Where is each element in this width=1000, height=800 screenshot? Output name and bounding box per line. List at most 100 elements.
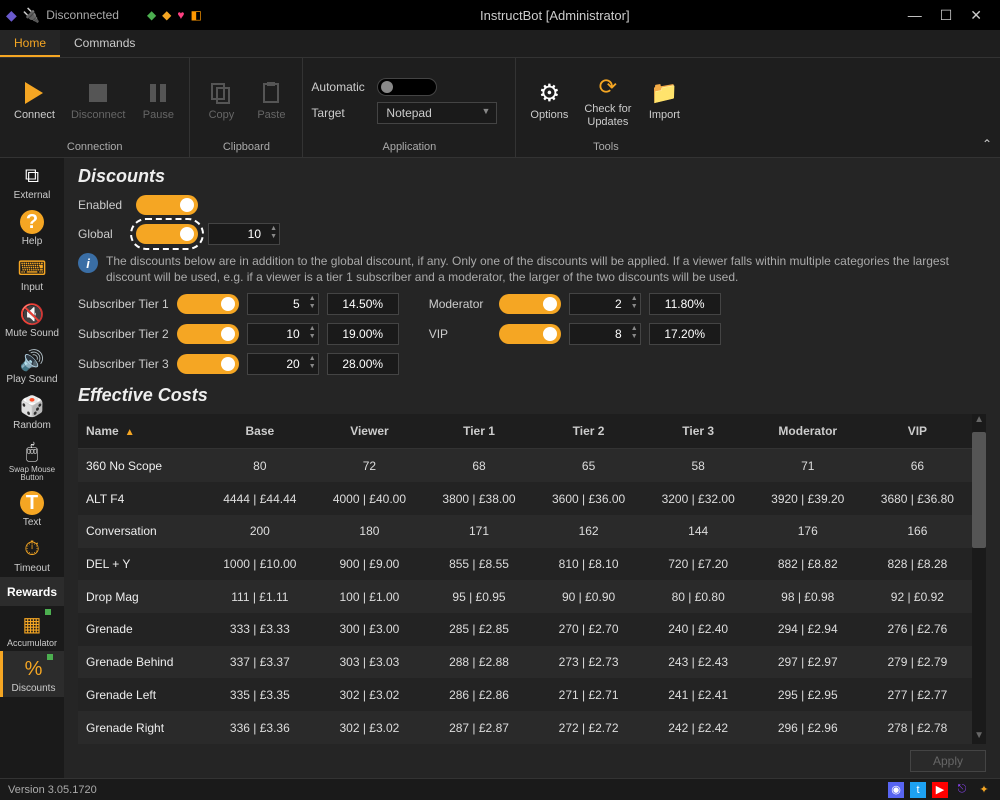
paste-button[interactable]: Paste: [248, 75, 294, 125]
sidebar-item-timeout[interactable]: ⏱ Timeout: [0, 531, 64, 577]
cell-t2: 3600 | £36.00: [534, 482, 644, 515]
accumulator-icon: ▦: [17, 610, 47, 638]
table-row[interactable]: DEL + Y1000 | £10.00900 | £9.00855 | £8.…: [78, 548, 972, 581]
col-name[interactable]: Name▲: [78, 414, 205, 449]
tier1-value[interactable]: 5▲▼: [247, 293, 319, 315]
sidebar-item-rewards[interactable]: Rewards: [0, 577, 64, 606]
content-pane: Discounts Enabled Global 10▲▼ i The disc…: [64, 158, 1000, 778]
col-vip[interactable]: VIP: [863, 414, 973, 449]
close-button[interactable]: ✕: [970, 7, 982, 24]
sidebar-item-discounts[interactable]: % Discounts: [0, 651, 64, 697]
maximize-button[interactable]: ☐: [940, 7, 953, 24]
pause-button[interactable]: Pause: [135, 75, 181, 125]
mod-value[interactable]: 2▲▼: [569, 293, 641, 315]
col-tier3[interactable]: Tier 3: [643, 414, 753, 449]
sidebar-item-random[interactable]: 🎲 Random: [0, 388, 64, 434]
group-application-label: Application: [382, 139, 436, 155]
costs-title: Effective Costs: [78, 385, 986, 406]
misc-icon[interactable]: ✦: [976, 782, 992, 798]
table-row[interactable]: Grenade Behind337 | £3.37303 | £3.03288 …: [78, 646, 972, 679]
table-scrollbar[interactable]: ▲ ▼: [972, 414, 986, 744]
youtube-icon[interactable]: ▶: [932, 782, 948, 798]
cell-t2: 810 | £8.10: [534, 548, 644, 581]
table-row[interactable]: ALT F44444 | £44.444000 | £40.003800 | £…: [78, 482, 972, 515]
cell-viewer: 4000 | £40.00: [315, 482, 425, 515]
play-icon: [20, 79, 48, 107]
cell-t3: 3200 | £32.00: [643, 482, 753, 515]
mod-toggle[interactable]: [499, 294, 561, 314]
cell-t1: 285 | £2.85: [424, 613, 534, 646]
global-toggle[interactable]: [136, 224, 198, 244]
col-tier2[interactable]: Tier 2: [534, 414, 644, 449]
target-select[interactable]: Notepad: [377, 102, 497, 124]
table-row[interactable]: Conversation200180171162144176166: [78, 515, 972, 548]
sidebar-item-external[interactable]: ⧉ External: [0, 158, 64, 204]
col-tier1[interactable]: Tier 1: [424, 414, 534, 449]
table-row[interactable]: Grenade333 | £3.33300 | £3.00285 | £2.85…: [78, 613, 972, 646]
col-viewer[interactable]: Viewer: [315, 414, 425, 449]
options-button[interactable]: ⚙ Options: [524, 75, 574, 125]
apply-button[interactable]: Apply: [910, 750, 986, 772]
enabled-label: Enabled: [78, 198, 126, 212]
discord-icon[interactable]: ◉: [888, 782, 904, 798]
tier2-toggle[interactable]: [177, 324, 239, 344]
scroll-up-icon[interactable]: ▲: [972, 414, 986, 428]
disconnect-button[interactable]: Disconnect: [65, 75, 131, 125]
tier1-pct: 14.50%: [327, 293, 399, 315]
tab-home[interactable]: Home: [0, 30, 60, 57]
col-base[interactable]: Base: [205, 414, 315, 449]
cell-t1: 288 | £2.88: [424, 646, 534, 679]
sidebar-item-swap-mouse[interactable]: 🖱 Swap Mouse Button: [0, 434, 64, 485]
tier1-toggle[interactable]: [177, 294, 239, 314]
tier3-value[interactable]: 20▲▼: [247, 353, 319, 375]
sidebar-item-accumulator[interactable]: ▦ Accumulator: [0, 606, 64, 651]
vip-value[interactable]: 8▲▼: [569, 323, 641, 345]
vip-toggle[interactable]: [499, 324, 561, 344]
target-label: Target: [311, 106, 369, 120]
cell-viewer: 302 | £3.02: [315, 678, 425, 711]
table-row[interactable]: 360 No Scope80726865587166: [78, 449, 972, 482]
sidebar: ⧉ External ? Help ⌨ Input 🔇 Mute Sound 🔊…: [0, 158, 64, 778]
plug-icon: 🔌: [23, 7, 40, 24]
minimize-button[interactable]: —: [908, 7, 922, 24]
tab-commands[interactable]: Commands: [60, 30, 149, 57]
cell-base: 335 | £3.35: [205, 678, 315, 711]
twitter-icon[interactable]: t: [910, 782, 926, 798]
cell-base: 337 | £3.37: [205, 646, 315, 679]
cell-mod: 98 | £0.98: [753, 580, 863, 613]
global-value[interactable]: 10▲▼: [208, 223, 280, 245]
sidebar-item-input[interactable]: ⌨ Input: [0, 250, 64, 296]
global-label: Global: [78, 227, 126, 241]
tier2-value[interactable]: 10▲▼: [247, 323, 319, 345]
col-mod[interactable]: Moderator: [753, 414, 863, 449]
spinner-icon[interactable]: ▲▼: [270, 225, 277, 241]
twitch-icon[interactable]: ⎋: [954, 782, 970, 798]
cell-name: Grenade Behind: [78, 646, 205, 679]
tier3-toggle[interactable]: [177, 354, 239, 374]
scroll-thumb[interactable]: [972, 432, 986, 547]
connect-button[interactable]: Connect: [8, 75, 61, 125]
help-icon: ?: [17, 208, 47, 236]
enabled-toggle[interactable]: [136, 195, 198, 215]
cell-t2: 273 | £2.73: [534, 646, 644, 679]
cell-base: 1000 | £10.00: [205, 548, 315, 581]
cursor-icon: ⌨: [17, 254, 47, 282]
sidebar-item-play-sound[interactable]: 🔊 Play Sound: [0, 342, 64, 388]
cell-vip: 3680 | £36.80: [863, 482, 973, 515]
import-button[interactable]: 📁 Import: [641, 75, 687, 125]
table-row[interactable]: Drop Mag111 | £1.11100 | £1.0095 | £0.95…: [78, 580, 972, 613]
ribbon-collapse-icon[interactable]: ⌃: [982, 137, 992, 151]
sidebar-item-text[interactable]: T Text: [0, 485, 64, 531]
sidebar-item-help[interactable]: ? Help: [0, 204, 64, 250]
table-row[interactable]: Grenade Right336 | £3.36302 | £3.02287 |…: [78, 711, 972, 744]
cell-t3: 144: [643, 515, 753, 548]
cell-viewer: 72: [315, 449, 425, 482]
scroll-down-icon[interactable]: ▼: [972, 730, 986, 744]
cell-vip: 277 | £2.77: [863, 678, 973, 711]
sidebar-item-mute-sound[interactable]: 🔇 Mute Sound: [0, 296, 64, 342]
table-row[interactable]: Grenade Left335 | £3.35302 | £3.02286 | …: [78, 678, 972, 711]
copy-button[interactable]: Copy: [198, 75, 244, 125]
check-updates-button[interactable]: ⟳ Check for Updates: [578, 69, 637, 131]
cell-mod: 294 | £2.94: [753, 613, 863, 646]
automatic-toggle[interactable]: [377, 78, 437, 96]
